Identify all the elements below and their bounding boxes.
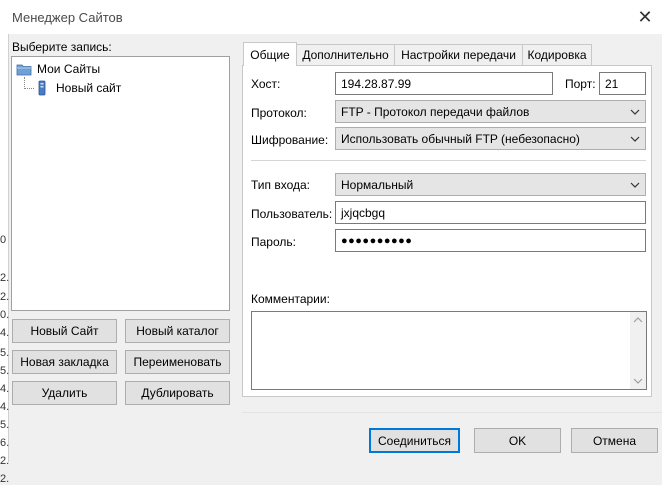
encryption-label: Шифрование: [251, 133, 329, 147]
new-folder-button[interactable]: Новый каталог [125, 319, 230, 343]
new-bookmark-button[interactable]: Новая закладка [12, 350, 117, 374]
edge-text: 4. [0, 383, 10, 395]
edge-text: 5. [0, 365, 10, 377]
cancel-button[interactable]: Отмена [571, 428, 658, 453]
logon-type-value: Нормальный [341, 177, 414, 192]
user-input[interactable]: jxjqcbgq [335, 201, 646, 224]
protocol-select[interactable]: FTP - Протокол передачи файлов [335, 100, 646, 123]
comments-scrollbar[interactable] [630, 312, 646, 389]
site-tree[interactable]: Мои Сайты Новый сайт [11, 56, 230, 311]
edge-text: 4. [0, 327, 10, 339]
chevron-down-icon [630, 182, 640, 188]
ok-button[interactable]: OK [474, 428, 561, 453]
port-label: Порт: [565, 77, 596, 91]
edge-text: 2. [0, 455, 10, 467]
folder-icon [16, 64, 32, 76]
scroll-down-icon[interactable] [633, 377, 643, 385]
encryption-select[interactable]: Использовать обычный FTP (небезопасно) [335, 127, 646, 150]
chevron-down-icon [630, 136, 640, 142]
separator [251, 160, 646, 161]
server-icon [38, 80, 46, 96]
new-site-button[interactable]: Новый Сайт [12, 319, 117, 343]
comments-label: Комментарии: [251, 292, 330, 306]
protocol-value: FTP - Протокол передачи файлов [341, 104, 530, 119]
comments-textarea[interactable] [251, 311, 647, 390]
window-title: Менеджер Сайтов [12, 10, 123, 25]
scroll-up-icon[interactable] [633, 316, 643, 324]
chevron-down-icon [630, 109, 640, 115]
edge-text: 6. [0, 437, 10, 449]
rename-button[interactable]: Переименовать [125, 350, 230, 374]
delete-button[interactable]: Удалить [12, 381, 117, 405]
tab-advanced[interactable]: Дополнительно [296, 44, 395, 65]
protocol-label: Протокол: [251, 106, 307, 120]
encryption-value: Использовать обычный FTP (небезопасно) [341, 131, 580, 146]
logon-type-select[interactable]: Нормальный [335, 173, 646, 196]
tree-item-new-site[interactable]: Новый сайт [36, 80, 121, 96]
tree-item-my-sites[interactable]: Мои Сайты [16, 62, 100, 76]
tab-transfer-settings[interactable]: Настройки передачи [394, 44, 523, 65]
tree-item-label: Новый сайт [56, 81, 122, 95]
close-icon[interactable]: ✕ [634, 6, 656, 28]
edge-text: 5. [0, 419, 10, 431]
host-input[interactable]: 194.28.87.99 [335, 72, 553, 95]
user-label: Пользователь: [251, 207, 333, 221]
footer-separator [242, 412, 662, 413]
connect-button[interactable]: Соединиться [369, 428, 460, 453]
password-label: Пароль: [251, 235, 296, 249]
edge-text: 2. [0, 291, 10, 303]
edge-text: 0 [0, 234, 7, 246]
edge-text: 2. [0, 473, 10, 485]
tree-line [24, 88, 34, 90]
edge-text: 4. [0, 401, 10, 413]
password-input[interactable]: ●●●●●●●●●● [335, 229, 646, 252]
host-label: Хост: [251, 77, 281, 91]
tab-general[interactable]: Общие [243, 42, 297, 66]
select-entry-label: Выберите запись: [12, 40, 112, 54]
edge-text: 0. [0, 309, 10, 321]
port-input[interactable]: 21 [599, 72, 646, 95]
background-window-edge: 0 2. 2. 0. 4. 5. 5. 4. 4. 5. 6. 2. 2. [0, 34, 10, 485]
edge-text: 2. [0, 272, 10, 284]
edge-text: 5. [0, 347, 10, 359]
tab-charset[interactable]: Кодировка [522, 44, 592, 65]
tree-item-label: Мои Сайты [37, 62, 101, 76]
duplicate-button[interactable]: Дублировать [125, 381, 230, 405]
logon-type-label: Тип входа: [251, 178, 310, 192]
